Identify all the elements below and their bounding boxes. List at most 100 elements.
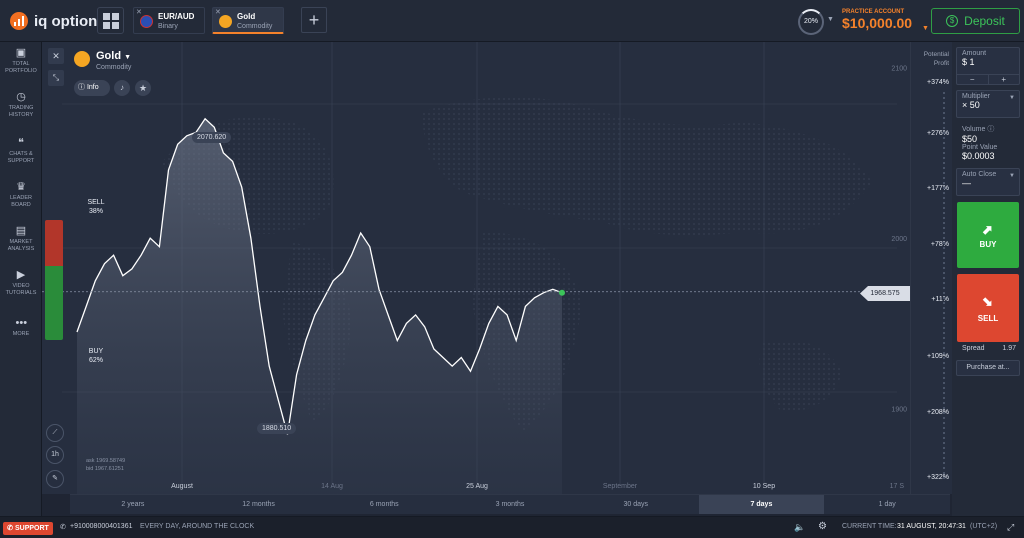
info-button[interactable]: ⓘ Info <box>74 80 110 96</box>
sell-label: SELL <box>87 199 105 206</box>
tab-eur-aud[interactable]: ✕ EUR/AUD Binary <box>133 7 205 34</box>
timeframe-button[interactable]: 2 years <box>70 495 196 514</box>
close-icon[interactable]: ✕ <box>215 8 221 16</box>
add-tab-button[interactable]: + <box>301 7 327 33</box>
auto-close-value: — <box>962 178 971 188</box>
purchase-at-button[interactable]: Purchase at... <box>956 360 1020 376</box>
dollar-icon: $ <box>946 15 959 27</box>
drawing-tools-icon[interactable]: ⟋ <box>46 424 64 442</box>
price-chart[interactable]: 2100 2000 1900 August 14 Aug 25 Aug September… <box>42 42 910 494</box>
interval-selector[interactable]: 1h <box>46 446 64 464</box>
bell-icon[interactable]: ♪ <box>114 80 130 96</box>
chart-area[interactable]: 2100 2000 1900 August 14 Aug 25 Aug September… <box>42 42 910 494</box>
deposit-label: Deposit <box>964 14 1005 28</box>
amount-field[interactable]: Amount $ 1 − + <box>956 47 1020 85</box>
chevron-down-icon: ▼ <box>1009 173 1015 179</box>
close-chart-button[interactable]: ✕ <box>48 48 64 64</box>
low-price-label: 1880.510 <box>257 423 297 434</box>
star-icon[interactable]: ★ <box>135 80 151 96</box>
ask-bid-readout: ask 1969.58749 bid 1967.61251 <box>86 457 125 473</box>
chevron-down-icon: ▼ <box>922 25 929 32</box>
timeframe-button[interactable]: 6 months <box>321 495 447 514</box>
tab-gold[interactable]: ✕ Gold Commodity <box>212 7 284 34</box>
timeframe-button[interactable]: 1 day <box>824 495 950 514</box>
logo-text: iq option <box>34 12 98 30</box>
phone-icon: ✆ <box>60 524 66 531</box>
multiplier-label: Multiplier <box>962 93 991 100</box>
info-icon[interactable]: ⓘ <box>987 126 994 133</box>
asset-grid-button[interactable] <box>97 7 124 34</box>
play-icon: ▶ <box>16 269 26 281</box>
date-tick-label: 25 Aug <box>466 483 488 490</box>
timeframe-button[interactable]: 3 months <box>447 495 573 514</box>
high-price-label: 2070.620 <box>192 132 232 143</box>
tab-name: Gold <box>237 12 256 21</box>
sidebar-item-leaderboard[interactable]: ♛ LEADER BOARD <box>0 182 42 209</box>
multiplier-value: × 50 <box>962 100 980 110</box>
interval-label: 1h <box>51 451 59 458</box>
current-price-dot <box>559 289 565 296</box>
history-icon: ◷ <box>16 91 26 103</box>
fullscreen-icon[interactable]: ⤢ <box>1007 522 1014 533</box>
buy-sentiment: BUY 62% <box>86 347 106 365</box>
support-icon: ✆ <box>7 525 14 532</box>
amount-value[interactable]: $ 1 <box>962 57 1014 67</box>
briefcase-icon: ▣ <box>15 47 27 59</box>
volume-value: $50 <box>962 134 978 144</box>
buy-label: BUY <box>88 348 104 355</box>
volume-icon[interactable]: 🔈 <box>794 522 805 533</box>
close-icon[interactable]: ✕ <box>136 8 142 16</box>
sentiment-gauge[interactable]: 20% <box>798 9 824 35</box>
price-tick-label: 2000 <box>891 236 907 243</box>
support-phone[interactable]: +910008000401361 <box>70 523 132 530</box>
asset-name-selector[interactable]: Gold ▼ <box>96 50 131 62</box>
profit-scale-ruler <box>943 92 945 482</box>
date-tick-label: 10 Sep <box>753 483 775 490</box>
gold-bars-icon <box>219 15 232 28</box>
buy-button[interactable]: ⬈ BUY <box>957 202 1019 268</box>
auto-close-field[interactable]: Auto Close — ▼ <box>956 168 1020 196</box>
tab-type: Binary <box>158 23 178 30</box>
logo-mark-icon <box>10 12 28 30</box>
timeframe-button[interactable]: 30 days <box>573 495 699 514</box>
date-tick-label: August <box>171 483 193 490</box>
support-button[interactable]: ✆ SUPPORT <box>3 522 53 535</box>
leaderboard-icon: ♛ <box>16 181 26 193</box>
sidebar-item-chats[interactable]: ❝ CHATS & SUPPORT <box>0 138 42 165</box>
current-price-label: 1968.575 <box>860 286 910 301</box>
account-selector[interactable]: PRACTICE ACCOUNT $10,000.00 ▼ <box>842 9 929 32</box>
chevron-down-icon[interactable]: ▼ <box>827 16 834 23</box>
deposit-button[interactable]: $ Deposit <box>931 8 1020 34</box>
info-icon: ⓘ <box>78 84 85 91</box>
collapse-icon[interactable]: ⤡ <box>48 70 64 86</box>
timezone: (UTC+2) <box>970 523 998 530</box>
sidebar-item-portfolio[interactable]: ▣ TOTAL PORTFOLIO <box>0 48 42 75</box>
plus-icon[interactable]: + <box>989 75 1020 84</box>
multiplier-field[interactable]: Multiplier × 50 ▼ <box>956 90 1020 118</box>
sell-percent: 38% <box>88 208 103 215</box>
support-tagline: EVERY DAY, AROUND THE CLOCK <box>140 523 255 530</box>
timeframe-button[interactable]: 7 days <box>698 495 825 514</box>
pencil-icon[interactable]: ✎ <box>46 470 64 488</box>
logo[interactable]: iq option <box>10 12 97 30</box>
bottom-bar: ✆ SUPPORT ✆ +910008000401361 EVERY DAY, … <box>0 516 1024 538</box>
sidebar-item-label: CHATS & SUPPORT <box>7 151 35 164</box>
gear-icon[interactable]: ⚙ <box>818 521 827 532</box>
sidebar-item-more[interactable]: ••• MORE <box>0 318 42 338</box>
trend-down-icon: ⬊ <box>982 294 993 309</box>
amount-stepper[interactable]: − + <box>957 74 1019 84</box>
amount-label: Amount <box>962 50 987 57</box>
sidebar-item-history[interactable]: ◷ TRADING HISTORY <box>0 92 42 119</box>
buy-button-label: BUY <box>979 240 997 249</box>
trend-up-icon: ⬈ <box>982 222 993 237</box>
spread-value: 1.97 <box>1002 345 1016 352</box>
sell-button[interactable]: ⬊ SELL <box>957 274 1019 342</box>
auto-close-label: Auto Close <box>962 171 997 178</box>
minus-icon[interactable]: − <box>957 75 989 84</box>
sidebar-item-analysis[interactable]: ▤ MARKET ANALYSIS <box>0 226 42 253</box>
price-axis-ticks: 2100 2000 1900 <box>891 66 907 414</box>
date-tick-label: September <box>603 483 638 490</box>
timeframe-button[interactable]: 12 months <box>196 495 322 514</box>
sidebar-item-tutorials[interactable]: ▶ VIDEO TUTORIALS <box>0 270 42 297</box>
support-label: SUPPORT <box>14 525 49 532</box>
